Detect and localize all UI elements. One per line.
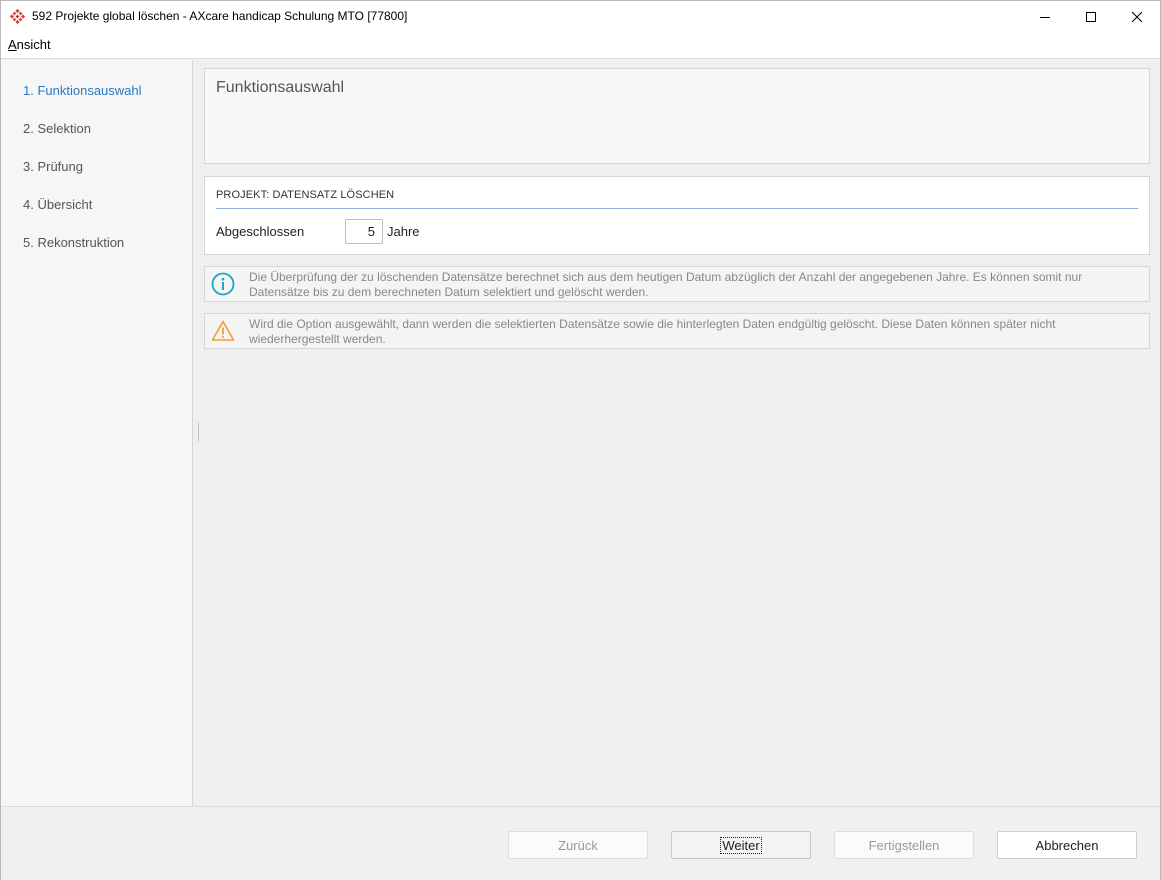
delete-options-group: PROJEKT: DATENSATZ LÖSCHEN Abgeschlossen… — [204, 176, 1150, 255]
menu-label-rest: nsicht — [16, 37, 51, 52]
minimize-icon — [1040, 16, 1050, 18]
next-button[interactable]: Weiter — [671, 831, 811, 859]
step-rekonstruktion[interactable]: 5. Rekonstruktion — [23, 235, 124, 250]
wizard-window: 592 Projekte global löschen - AXcare han… — [0, 0, 1161, 880]
step-selektion[interactable]: 2. Selektion — [23, 121, 91, 136]
splitter-handle[interactable] — [198, 423, 199, 441]
step-funktionsauswahl[interactable]: 1. Funktionsauswahl — [23, 83, 142, 98]
info-icon — [211, 272, 235, 296]
maximize-button[interactable] — [1068, 1, 1114, 32]
maximize-icon — [1086, 11, 1096, 22]
app-logo-icon — [10, 9, 25, 24]
abgeschlossen-label: Abgeschlossen — [216, 224, 305, 239]
menu-ansicht[interactable]: Ansicht — [8, 37, 51, 52]
years-unit-label: Jahre — [387, 224, 420, 239]
step-pruefung[interactable]: 3. Prüfung — [23, 159, 83, 174]
warning-message: Wird die Option ausgewählt, dann werden … — [204, 313, 1150, 349]
wizard-steps-sidebar: 1. Funktionsauswahl 2. Selektion 3. Prüf… — [1, 60, 193, 806]
next-button-label: Weiter — [720, 836, 762, 854]
minimize-button[interactable] — [1022, 1, 1068, 32]
group-title: PROJEKT: DATENSATZ LÖSCHEN — [216, 189, 395, 201]
menu-bar: Ansicht — [1, 32, 1160, 59]
info-message: Die Überprüfung der zu löschenden Datens… — [204, 266, 1150, 302]
info-message-text: Die Überprüfung der zu löschenden Datens… — [249, 270, 1083, 299]
warning-icon — [211, 320, 235, 341]
group-divider — [216, 208, 1138, 209]
menu-mnemonic: A — [8, 37, 17, 52]
warning-message-text: Wird die Option ausgewählt, dann werden … — [249, 317, 1056, 346]
close-icon — [1131, 11, 1143, 22]
page-title: Funktionsauswahl — [216, 79, 345, 96]
back-button[interactable]: Zurück — [508, 831, 648, 859]
finish-button[interactable]: Fertigstellen — [834, 831, 974, 859]
years-input[interactable] — [345, 219, 383, 244]
window-title: 592 Projekte global löschen - AXcare han… — [32, 9, 408, 23]
close-button[interactable] — [1114, 1, 1160, 32]
step-uebersicht[interactable]: 4. Übersicht — [23, 197, 92, 212]
title-bar: 592 Projekte global löschen - AXcare han… — [1, 1, 1160, 32]
wizard-footer: Zurück Weiter Fertigstellen Abbrechen — [1, 806, 1160, 880]
main-content — [194, 60, 1160, 806]
cancel-button[interactable]: Abbrechen — [997, 831, 1137, 859]
page-header-panel: Funktionsauswahl — [204, 68, 1150, 164]
